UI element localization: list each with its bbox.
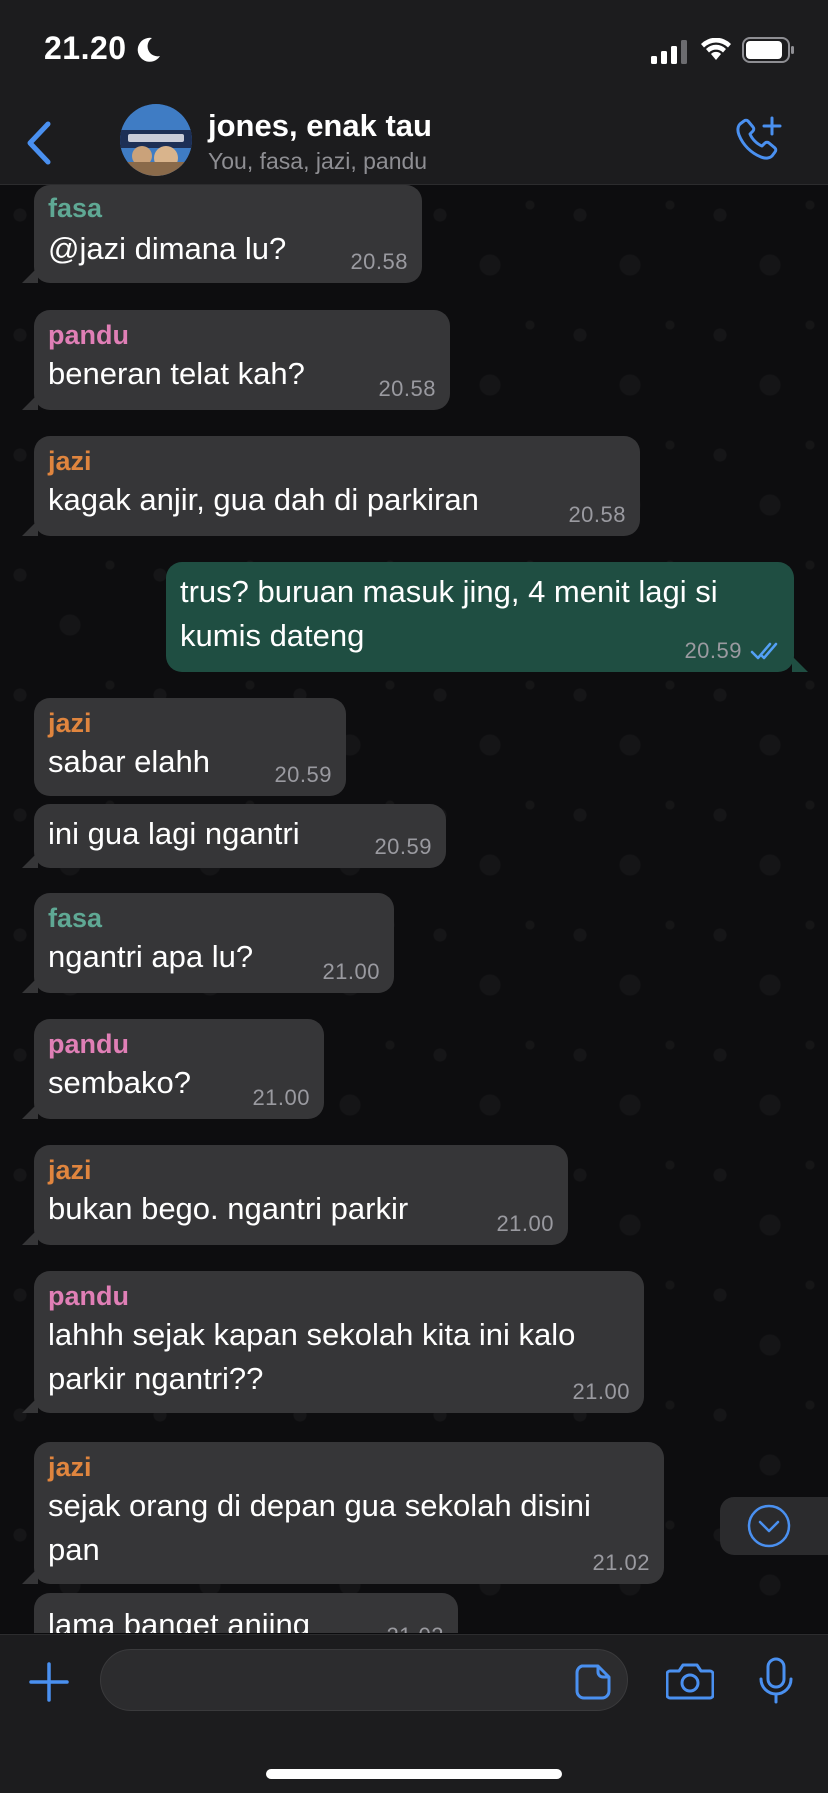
- sticker-icon[interactable]: [574, 1663, 612, 1701]
- message-bubble[interactable]: lama banget anjing 21.02: [34, 1593, 458, 1633]
- sender-name: jazi: [48, 1155, 92, 1185]
- message-bubble[interactable]: pandu lahhh sejak kapan sekolah kita ini…: [22, 1271, 644, 1413]
- sender-name: jazi: [48, 1452, 92, 1482]
- message-bubble[interactable]: jazi sabar elahh 20.59: [34, 698, 346, 796]
- message-bubble[interactable]: jazi bukan bego. ngantri parkir 21.00: [22, 1145, 568, 1245]
- double-check-icon: [750, 642, 778, 660]
- plus-icon[interactable]: [28, 1661, 70, 1703]
- sender-name: fasa: [48, 193, 103, 223]
- chevron-down-circle-icon: [747, 1504, 791, 1548]
- signal-bars-icon: [651, 40, 687, 64]
- group-title[interactable]: jones, enak tau: [208, 108, 432, 144]
- message-time: 20.59: [274, 762, 332, 787]
- message-time: 21.02: [592, 1550, 650, 1575]
- message-bubble[interactable]: jazi sejak orang di depan gua sekolah di…: [22, 1442, 664, 1584]
- group-members[interactable]: You, fasa, jazi, pandu: [208, 148, 427, 175]
- message-time: 21.00: [496, 1211, 554, 1236]
- sender-name: jazi: [48, 446, 92, 476]
- message-time: 21.02: [386, 1623, 444, 1633]
- message-text: bukan bego. ngantri parkir: [48, 1191, 409, 1226]
- scroll-to-bottom-button[interactable]: [720, 1497, 828, 1555]
- message-input[interactable]: [100, 1649, 628, 1711]
- message-text: ini gua lagi ngantri: [48, 816, 300, 851]
- chat-header: jones, enak tau You, fasa, jazi, pandu: [0, 100, 828, 185]
- message-text: sejak orang di depan gua sekolah disini …: [48, 1488, 591, 1567]
- message-bubble[interactable]: pandu sembako? 21.00: [22, 1019, 324, 1119]
- message-text: lama banget anjing: [48, 1607, 310, 1633]
- message-time: 21.00: [572, 1379, 630, 1404]
- message-time: 21.00: [322, 959, 380, 984]
- message-bubble-outgoing[interactable]: trus? buruan masuk jing, 4 menit lagi si…: [166, 562, 808, 672]
- battery-icon: [742, 37, 794, 63]
- avatar-image: [120, 104, 192, 176]
- message-text: ngantri apa lu?: [48, 939, 254, 974]
- input-bar: [0, 1634, 828, 1793]
- message-time: 20.58: [350, 249, 408, 274]
- microphone-icon[interactable]: [756, 1657, 796, 1705]
- message-text: beneran telat kah?: [48, 356, 305, 391]
- sender-name: fasa: [48, 903, 103, 933]
- message-bubble[interactable]: fasa @jazi dimana lu? 20.58: [22, 185, 422, 283]
- wifi-icon: [701, 38, 731, 60]
- home-indicator: [266, 1769, 562, 1779]
- message-bubble[interactable]: fasa ngantri apa lu? 21.00: [22, 893, 394, 993]
- message-bubble[interactable]: jazi kagak anjir, gua dah di parkiran 20…: [22, 436, 640, 536]
- sender-name: pandu: [48, 320, 129, 350]
- group-avatar[interactable]: [120, 104, 192, 176]
- message-time: 20.59: [684, 638, 742, 663]
- message-text: kagak anjir, gua dah di parkiran: [48, 482, 479, 517]
- status-bar: 21.20: [0, 0, 828, 100]
- message-time: 20.59: [374, 834, 432, 859]
- status-time: 21.20: [44, 30, 127, 66]
- chat-area[interactable]: fasa @jazi dimana lu? 20.58 pandu benera…: [0, 185, 828, 1633]
- sender-name: jazi: [48, 708, 92, 738]
- message-text: lahhh sejak kapan sekolah kita ini kalo …: [48, 1317, 576, 1396]
- sender-name: pandu: [48, 1281, 129, 1311]
- message-text: sembako?: [48, 1065, 192, 1100]
- sender-name: pandu: [48, 1029, 129, 1059]
- message-bubble[interactable]: ini gua lagi ngantri 20.59: [22, 804, 446, 868]
- chevron-left-icon[interactable]: [22, 118, 56, 168]
- message-text: trus? buruan masuk jing, 4 menit lagi si…: [180, 574, 718, 653]
- message-bubble[interactable]: pandu beneran telat kah? 20.58: [22, 310, 450, 410]
- message-text: sabar elahh: [48, 744, 211, 779]
- message-time: 20.58: [378, 376, 436, 401]
- message-text: @jazi dimana lu?: [48, 231, 287, 266]
- moon-icon: [137, 37, 160, 62]
- camera-icon[interactable]: [666, 1661, 714, 1701]
- message-time: 21.00: [252, 1085, 310, 1110]
- message-time: 20.58: [568, 502, 626, 527]
- phone-plus-icon[interactable]: [730, 114, 786, 166]
